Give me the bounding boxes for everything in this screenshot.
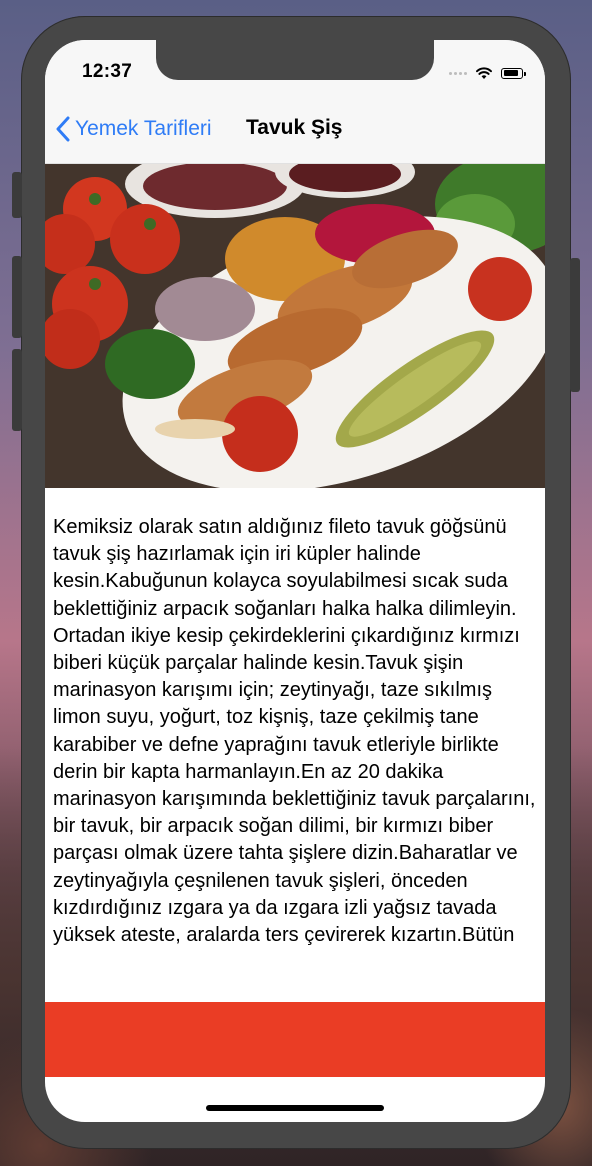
phone-screen: 12:37 Yemek Tarifleri Tavuk Şiş Kemiksiz… (45, 40, 545, 1122)
footer-banner (45, 1002, 545, 1077)
notch (156, 40, 434, 80)
power-button (570, 258, 580, 392)
back-button-label: Yemek Tarifleri (75, 117, 212, 140)
volume-up-button (12, 256, 22, 338)
volume-down-button (12, 349, 22, 431)
cellular-signal-icon (449, 71, 467, 75)
recipe-photo (45, 164, 545, 488)
wifi-icon (476, 67, 492, 79)
chevron-left-icon (56, 116, 70, 142)
status-icons (449, 65, 526, 81)
home-indicator[interactable] (206, 1105, 384, 1111)
navigation-bar: Yemek Tarifleri Tavuk Şiş (45, 98, 545, 164)
back-button[interactable]: Yemek Tarifleri (55, 112, 212, 146)
recipe-description: Kemiksiz olarak satın aldığınız fileto t… (53, 516, 536, 947)
mute-switch (12, 172, 22, 218)
status-time: 12:37 (82, 61, 133, 82)
battery-icon (501, 67, 526, 79)
page-title: Tavuk Şiş (246, 116, 343, 139)
